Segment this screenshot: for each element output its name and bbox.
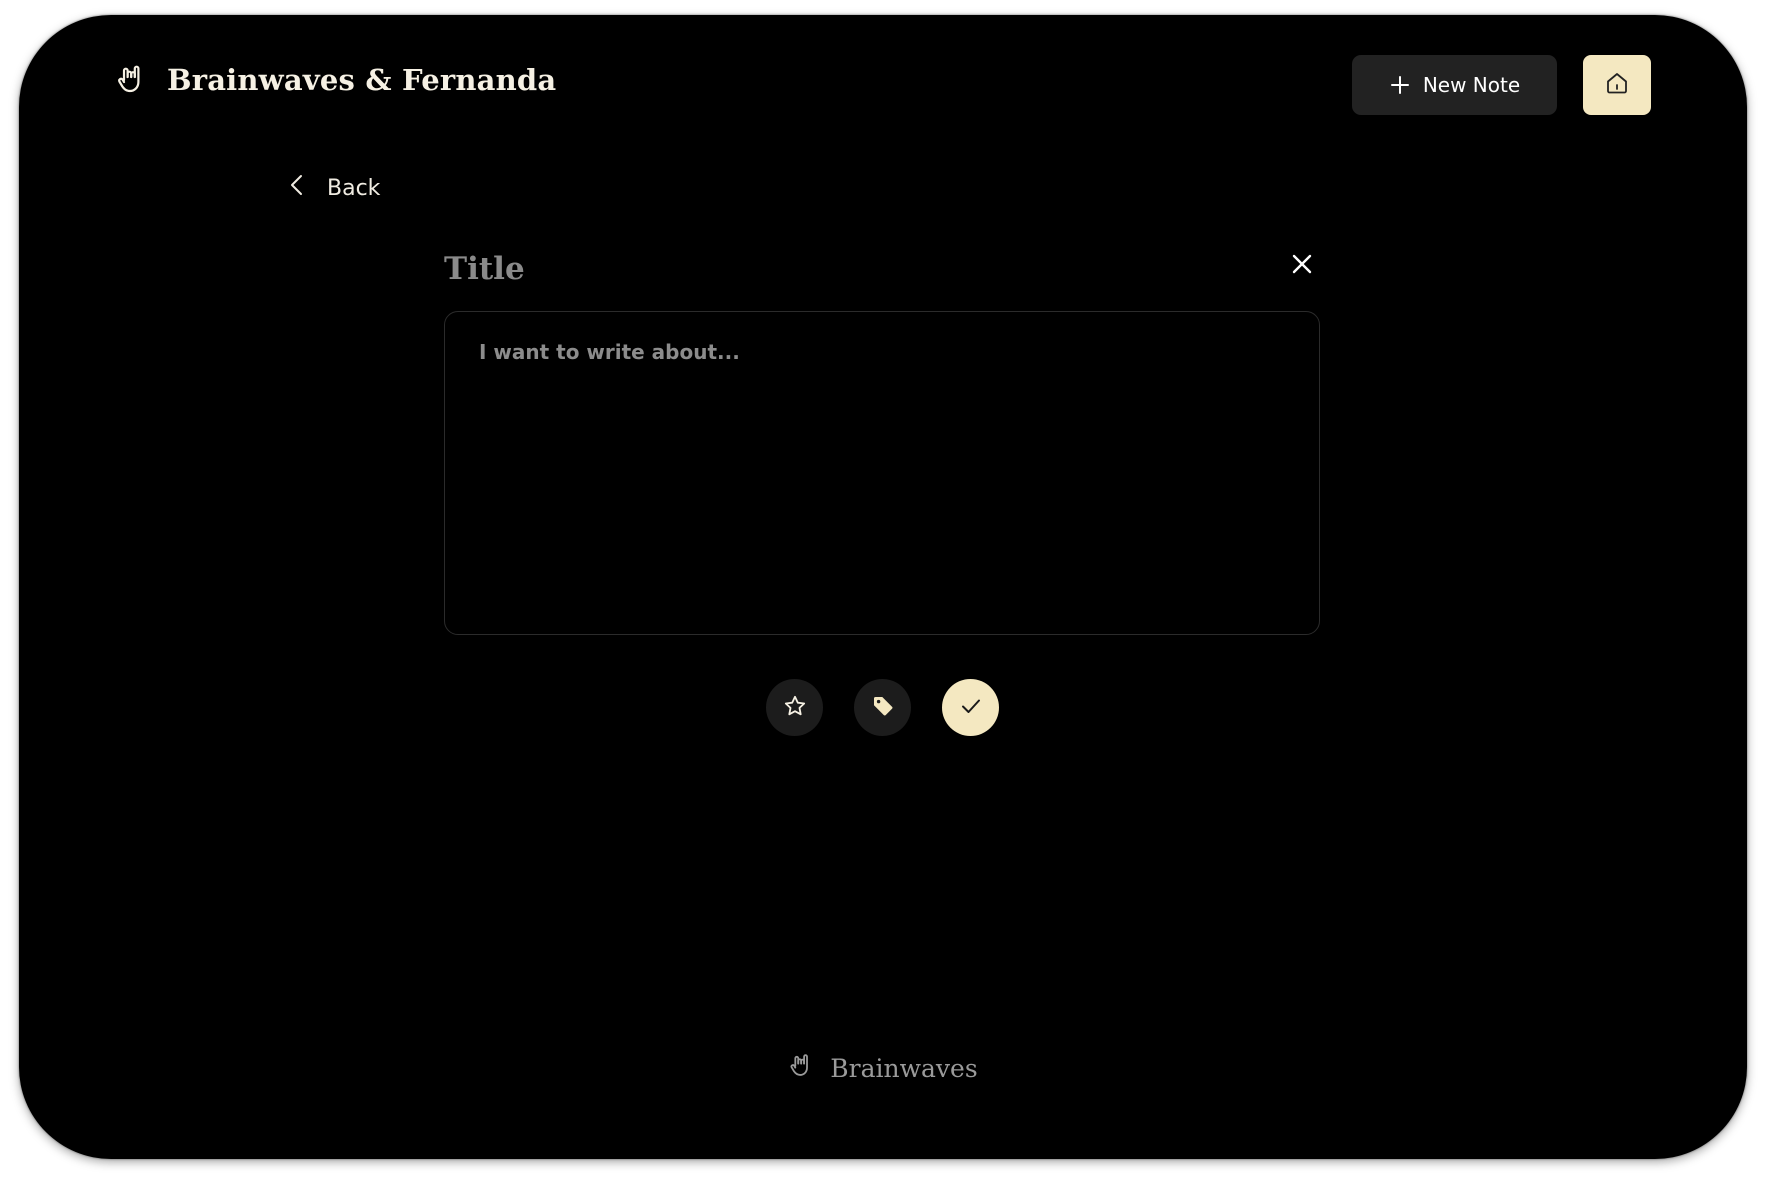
app-window: Brainwaves & Fernanda New Note Back Titl…: [19, 15, 1747, 1159]
title-input[interactable]: [444, 245, 1144, 293]
chevron-left-icon: [287, 173, 307, 203]
check-icon: [959, 694, 983, 722]
star-icon: [783, 694, 807, 722]
hand-horns-icon: [115, 64, 147, 96]
close-icon: [1290, 252, 1314, 280]
hand-horns-icon: [788, 1053, 814, 1083]
back-link[interactable]: Back: [287, 173, 380, 203]
home-button[interactable]: [1583, 55, 1651, 115]
tag-button[interactable]: [854, 679, 911, 736]
tag-icon: [871, 694, 895, 722]
home-icon: [1604, 70, 1630, 100]
new-note-label: New Note: [1422, 73, 1521, 97]
new-note-button[interactable]: New Note: [1352, 55, 1557, 115]
close-button[interactable]: [1287, 251, 1317, 281]
footer-brand-title: Brainwaves: [830, 1053, 978, 1083]
save-button[interactable]: [942, 679, 999, 736]
brand-title: Brainwaves & Fernanda: [167, 63, 557, 97]
favorite-button[interactable]: [766, 679, 823, 736]
note-body-input[interactable]: [444, 311, 1320, 635]
plus-icon: [1389, 74, 1411, 96]
back-label: Back: [327, 175, 381, 201]
brand: Brainwaves & Fernanda: [115, 63, 556, 97]
editor-actions: [766, 679, 999, 736]
footer: Brainwaves: [19, 1053, 1747, 1083]
